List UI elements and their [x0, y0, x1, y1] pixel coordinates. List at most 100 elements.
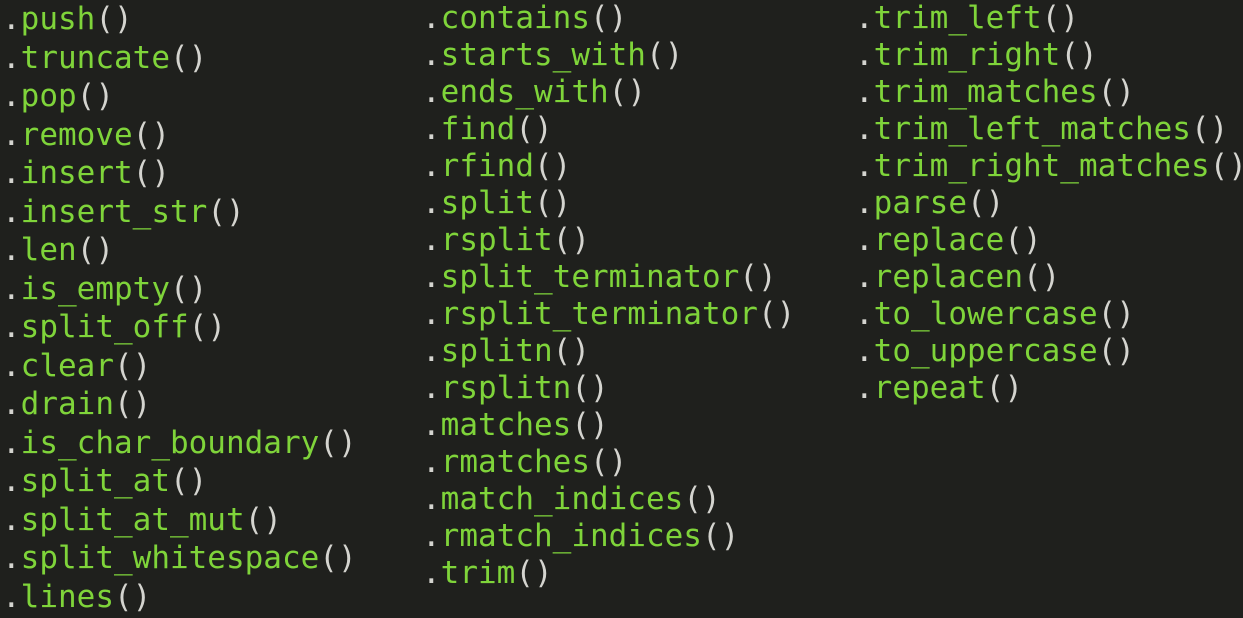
method-item: .to_lowercase() — [855, 296, 1243, 333]
method-dot: . — [422, 555, 441, 591]
method-parens: () — [132, 155, 170, 191]
method-item: .contains() — [422, 0, 795, 37]
method-parens: () — [76, 78, 114, 114]
method-parens: () — [589, 0, 628, 36]
method-name: parse — [873, 185, 967, 221]
method-name: repeat — [873, 370, 986, 406]
method-item: .split_at() — [2, 462, 357, 501]
method-column-3: .trim_left() .trim_right() .trim_matches()… — [855, 0, 1243, 407]
method-item: .rsplit() — [422, 222, 795, 259]
method-parens: () — [1041, 0, 1079, 36]
method-dot: . — [422, 0, 441, 36]
method-column-1: .push() .truncate() .pop() .remove() .insert… — [2, 0, 357, 616]
method-dot: . — [855, 111, 874, 147]
method-item: .is_empty() — [2, 270, 357, 309]
method-parens: () — [244, 501, 282, 538]
method-item: .trim_matches() — [855, 74, 1243, 111]
method-item: .split_whitespace() — [2, 539, 357, 578]
method-dot: . — [422, 407, 441, 443]
method-item: .find() — [422, 111, 795, 148]
method-dot: . — [422, 74, 441, 110]
method-name: split_whitespace — [20, 540, 320, 576]
method-item: .rsplit_terminator() — [422, 296, 795, 333]
method-item: .to_uppercase() — [855, 333, 1243, 370]
method-item: .split() — [422, 185, 795, 222]
method-dot: . — [855, 37, 874, 73]
method-name: trim — [440, 555, 516, 591]
method-item: .push() — [2, 0, 357, 39]
method-dot: . — [855, 74, 874, 110]
method-item: .lines() — [2, 578, 357, 617]
method-name: is_empty — [20, 270, 170, 307]
method-parens: () — [169, 463, 208, 499]
method-dot: . — [855, 0, 874, 36]
method-item: .drain() — [2, 385, 357, 424]
method-name: trim_left_matches — [873, 111, 1191, 147]
method-parens: () — [1004, 222, 1042, 258]
method-name: split_terminator — [440, 259, 740, 295]
method-dot: . — [2, 309, 21, 345]
method-parens: () — [515, 111, 553, 147]
method-item: .trim_left_matches() — [855, 111, 1243, 148]
method-name: match_indices — [440, 481, 684, 517]
method-parens: () — [1190, 111, 1229, 147]
method-name: clear — [20, 347, 114, 384]
method-dot: . — [422, 333, 441, 369]
method-parens: () — [207, 193, 245, 230]
method-dot: . — [2, 424, 21, 461]
method-dot: . — [422, 518, 441, 554]
method-dot: . — [855, 185, 874, 221]
method-dot: . — [422, 37, 441, 73]
method-name: matches — [440, 407, 572, 443]
method-name: split — [440, 185, 534, 221]
method-item: .replace() — [855, 222, 1243, 259]
method-name: ends_with — [440, 74, 609, 110]
method-parens: () — [114, 386, 152, 422]
method-item: .insert() — [2, 154, 357, 193]
method-parens: () — [552, 333, 590, 369]
method-name: lines — [20, 578, 114, 615]
method-parens: () — [757, 296, 796, 332]
method-item: .is_char_boundary() — [2, 424, 357, 463]
method-parens: () — [319, 540, 357, 576]
method-dot: . — [855, 296, 874, 332]
method-dot: . — [2, 501, 21, 538]
method-item: .trim_right() — [855, 37, 1243, 74]
method-parens: () — [608, 74, 646, 110]
method-parens: () — [1060, 37, 1098, 73]
method-item: .splitn() — [422, 333, 795, 370]
method-name: len — [20, 232, 77, 268]
method-dot: . — [422, 296, 441, 332]
method-name: trim_left — [873, 0, 1042, 36]
method-dot: . — [2, 39, 21, 76]
method-item: .clear() — [2, 347, 357, 386]
method-parens: () — [534, 148, 572, 184]
method-parens: () — [95, 1, 133, 37]
method-dot: . — [855, 370, 874, 406]
method-parens: () — [985, 370, 1023, 406]
method-name: trim_right — [873, 37, 1061, 73]
method-item: .split_at_mut() — [2, 501, 357, 540]
method-parens: () — [967, 185, 1005, 221]
method-name: trim_right_matches — [873, 148, 1210, 184]
method-name: insert_str — [20, 193, 208, 230]
method-parens: () — [645, 37, 684, 73]
method-name: rfind — [440, 148, 534, 184]
method-name: rsplit_terminator — [440, 296, 758, 332]
method-parens: () — [114, 347, 152, 384]
method-dot: . — [422, 444, 441, 480]
method-parens: () — [1209, 148, 1243, 184]
method-name: rmatches — [440, 444, 590, 480]
method-dot: . — [422, 185, 441, 221]
method-name: remove — [20, 116, 133, 153]
code-listing: .push() .truncate() .pop() .remove() .insert… — [0, 0, 1243, 618]
method-name: push — [20, 1, 96, 37]
method-name: drain — [20, 386, 114, 422]
method-dot: . — [2, 155, 21, 191]
method-dot: . — [422, 111, 441, 147]
method-item: .replacen() — [855, 259, 1243, 296]
method-item: .matches() — [422, 407, 795, 444]
method-name: to_uppercase — [873, 333, 1098, 369]
method-dot: . — [2, 540, 21, 576]
method-item: .ends_with() — [422, 74, 795, 111]
